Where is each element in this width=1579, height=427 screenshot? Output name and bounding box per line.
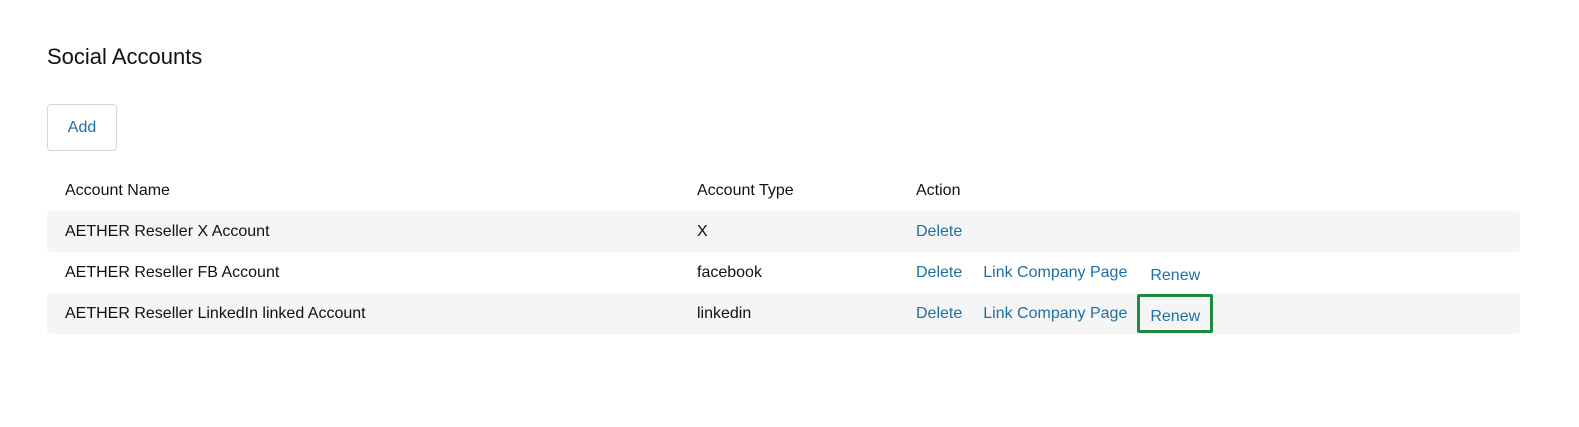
table-row: AETHER Reseller LinkedIn linked Account … [47,293,1520,334]
account-name: AETHER Reseller LinkedIn linked Account [65,305,366,322]
row-actions: Delete Link Company Page Renew [916,293,1214,334]
delete-link[interactable]: Delete [916,223,962,241]
row-actions: Delete [916,211,983,252]
row-actions: Delete Link Company Page Renew [916,252,1213,293]
social-accounts-page: Social Accounts Add Account Name Account… [0,0,1579,427]
table-row: AETHER Reseller FB Account facebook Dele… [47,252,1520,293]
account-type: linkedin [697,305,752,322]
table-row: AETHER Reseller X Account X Delete [47,211,1520,252]
column-header-action: Action [916,182,961,199]
delete-link[interactable]: Delete [916,305,962,323]
link-company-page-link[interactable]: Link Company Page [983,264,1127,282]
renew-link[interactable]: Renew [1137,253,1213,292]
account-type: X [697,223,708,240]
account-type: facebook [697,264,762,281]
table-header: Account Name Account Type Action [47,171,1520,211]
account-name: AETHER Reseller FB Account [65,264,280,281]
page-title: Social Accounts [47,44,203,69]
add-button[interactable]: Add [47,104,117,151]
renew-link-focused[interactable]: Renew [1137,294,1214,333]
column-header-account-name: Account Name [65,182,170,199]
delete-link[interactable]: Delete [916,264,962,282]
accounts-table: Account Name Account Type Action AETHER … [47,171,1520,334]
column-header-account-type: Account Type [697,182,794,199]
account-name: AETHER Reseller X Account [65,223,270,240]
link-company-page-link[interactable]: Link Company Page [983,305,1127,323]
